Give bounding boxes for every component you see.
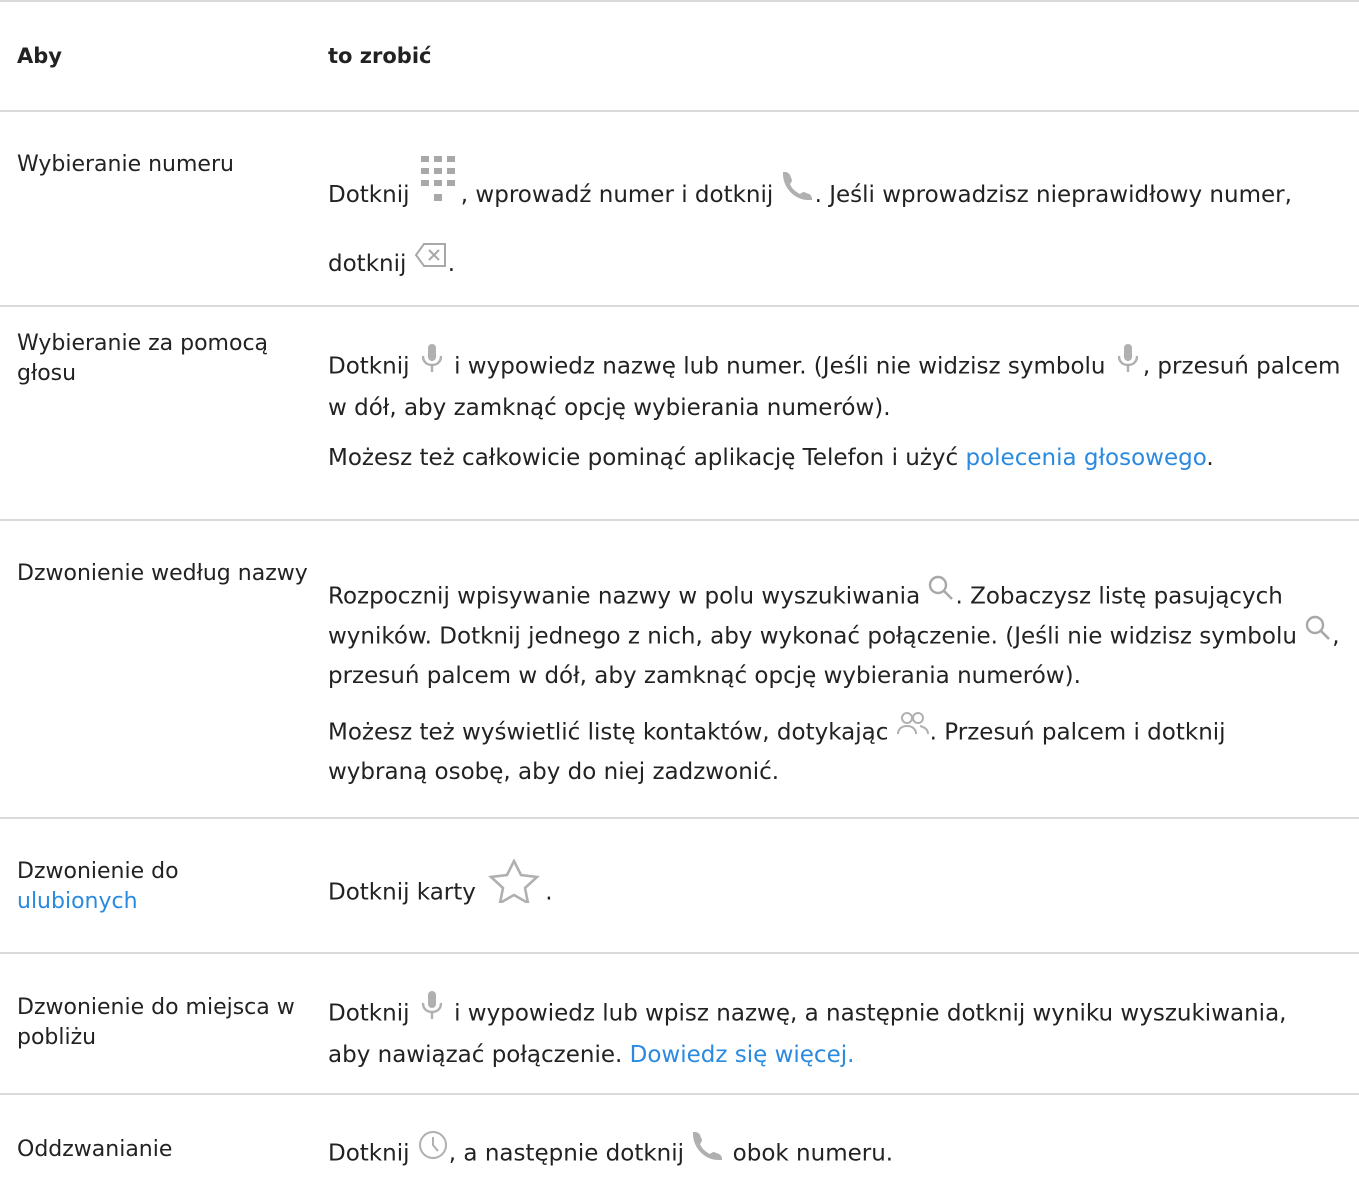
table-row: Oddzwanianie Dotknij , a następnie dotkn… bbox=[0, 1094, 1359, 1189]
table-row: Wybieranie numeru Dotknij , wprowadź num… bbox=[0, 111, 1359, 306]
clock-icon bbox=[417, 1129, 449, 1173]
table-row: Wybieranie za pomocą głosu Dotknij i wyp… bbox=[0, 306, 1359, 520]
phone-icon bbox=[781, 163, 815, 223]
row-label: Wybieranie numeru bbox=[17, 152, 234, 177]
table-row: Dzwonienie według nazwy Rozpocznij wpisy… bbox=[0, 520, 1359, 818]
phone-icon bbox=[691, 1130, 725, 1172]
voice-command-link[interactable]: polecenia głosowego bbox=[966, 445, 1207, 471]
column-header-to-zrobic: to zrobić bbox=[328, 44, 432, 68]
row-description: Dotknij , wprowadź numer i dotknij . Jeś… bbox=[328, 111, 1359, 306]
favorites-link[interactable]: ulubionych bbox=[17, 889, 138, 914]
table-header-row: Aby to zrobić bbox=[0, 1, 1359, 111]
learn-more-link[interactable]: Dowiedz się więcej. bbox=[630, 1042, 855, 1068]
column-header-aby: Aby bbox=[17, 44, 62, 68]
calling-instructions-table: Aby to zrobić Wybieranie numeru Dotknij bbox=[0, 0, 1359, 1189]
dialpad-icon bbox=[417, 154, 461, 231]
row-label: Dzwonienie do miejsca w pobliżu bbox=[17, 995, 295, 1050]
row-description: Dotknij i wypowiedz lub wpisz nazwę, a n… bbox=[328, 953, 1359, 1094]
row-label: Dzwonienie według nazwy bbox=[17, 561, 308, 586]
row-description: Dotknij , a następnie dotknij obok numer… bbox=[328, 1094, 1359, 1189]
table-row: Dzwonienie do miejsca w pobliżu Dotknij … bbox=[0, 953, 1359, 1094]
row-description: Dotknij karty . bbox=[328, 818, 1359, 953]
mic-icon bbox=[417, 989, 447, 1033]
row-label: Oddzwanianie bbox=[17, 1137, 173, 1162]
mic-icon bbox=[1113, 342, 1143, 386]
search-icon bbox=[1304, 614, 1332, 654]
contacts-icon bbox=[896, 710, 930, 750]
row-description: Dotknij i wypowiedz nazwę lub numer. (Je… bbox=[328, 306, 1359, 520]
row-label: Wybieranie za pomocą głosu bbox=[17, 331, 269, 386]
mic-icon bbox=[417, 342, 447, 386]
table-row: Dzwonienie do ulubionych Dotknij karty . bbox=[0, 818, 1359, 953]
search-icon bbox=[927, 574, 955, 614]
row-description: Rozpocznij wpisywanie nazwy w polu wyszu… bbox=[328, 520, 1359, 818]
backspace-icon bbox=[414, 232, 448, 292]
row-label: Dzwonienie do ulubionych bbox=[17, 859, 179, 914]
star-icon bbox=[483, 858, 545, 915]
